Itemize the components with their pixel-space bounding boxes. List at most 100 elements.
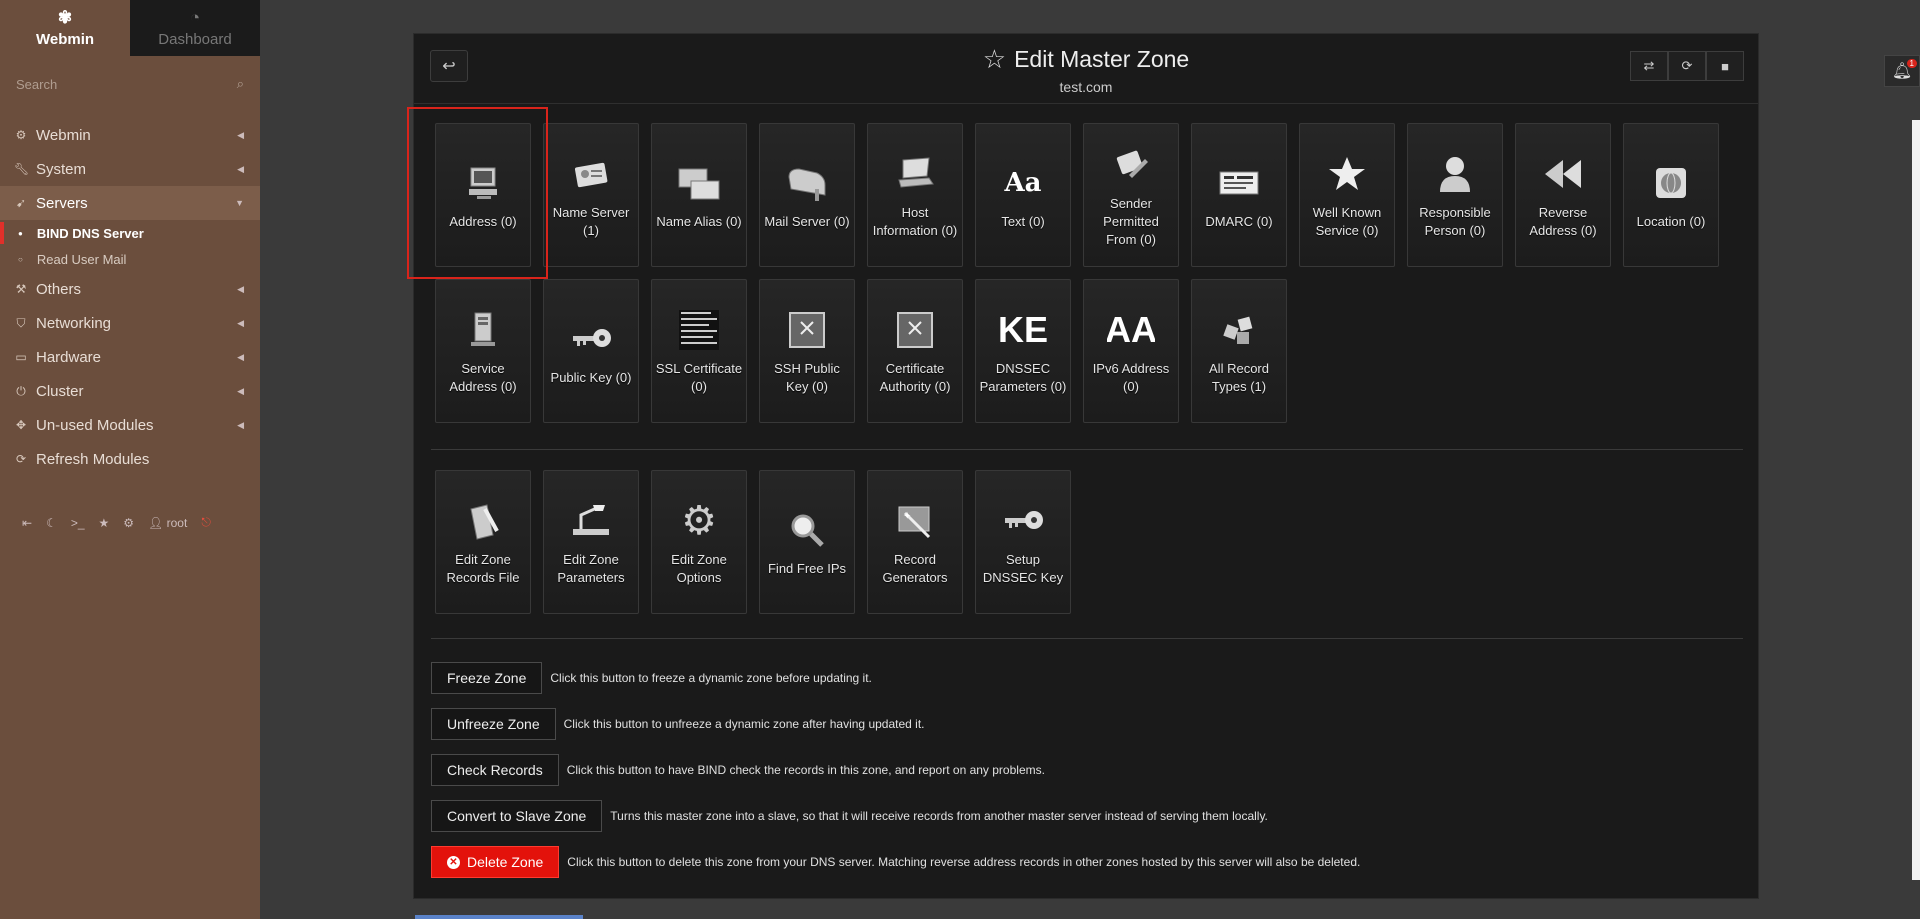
swap-button[interactable]: ⇄ xyxy=(1630,51,1668,81)
tile-service-address[interactable]: Service Address (0) xyxy=(435,279,531,423)
tile-edit-zone-records-file[interactable]: Edit Zone Records File xyxy=(435,470,531,614)
action-description: Click this button to unfreeze a dynamic … xyxy=(563,717,925,731)
sidebar-item-label: Webmin xyxy=(36,126,91,144)
tab-webmin[interactable]: ✾ Webmin xyxy=(0,0,130,56)
sidebar-item-others[interactable]: ⚒ Others ◀ xyxy=(0,272,260,306)
moon-icon[interactable]: ☾ xyxy=(46,516,57,530)
server-tower-icon xyxy=(459,306,507,354)
button-label: Check Records xyxy=(447,762,543,778)
power-icon: ⏻ xyxy=(16,383,26,398)
search-input[interactable]: Search ⌕ xyxy=(0,56,260,112)
delete-zone-button[interactable]: ✕ Delete Zone xyxy=(431,846,560,878)
button-label: Delete Zone xyxy=(467,854,544,870)
tile-edit-zone-options[interactable]: ⚙ Edit Zone Options xyxy=(651,470,747,614)
tile-dmarc[interactable]: DMARC (0) xyxy=(1191,123,1287,267)
tile-name-alias[interactable]: Name Alias (0) xyxy=(651,123,747,267)
tile-host-information[interactable]: Host Information (0) xyxy=(867,123,963,267)
tile-edit-zone-parameters[interactable]: Edit Zone Parameters xyxy=(543,470,639,614)
sidebar-subitem-bind-dns[interactable]: ● BIND DNS Server xyxy=(0,220,260,246)
square-button[interactable]: ■ xyxy=(1706,51,1744,81)
tile-ipv6-address[interactable]: AA IPv6 Address (0) xyxy=(1083,279,1179,423)
tile-ssl-certificate[interactable]: SSL Certificate (0) xyxy=(651,279,747,423)
tile-public-key[interactable]: Public Key (0) xyxy=(543,279,639,423)
notifications-button[interactable]: 🔔︎ 1 xyxy=(1884,55,1920,87)
tile-ssh-public-key[interactable]: SSH Public Key (0) xyxy=(759,279,855,423)
chevron-left-icon: ◀ xyxy=(237,317,244,328)
sidebar-item-system[interactable]: 🔧︎ System ◀ xyxy=(0,152,260,186)
tile-well-known-service[interactable]: Well Known Service (0) xyxy=(1299,123,1395,267)
sidebar-item-networking[interactable]: ⛉ Networking ◀ xyxy=(0,306,260,340)
gears-icon[interactable]: ⚙ xyxy=(123,516,134,530)
username: root xyxy=(166,515,188,530)
convert-to-slave-zone-button[interactable]: Convert to Slave Zone xyxy=(431,800,603,832)
sidebar-menu: ⚙ Webmin ◀ 🔧︎ System ◀ ➹ Servers ▼ ● BIND DNS S… xyxy=(0,118,260,476)
tile-text[interactable]: Aa Text (0) xyxy=(975,123,1071,267)
dnssec-icon-glyph: KE xyxy=(999,309,1047,350)
header-buttons: ⇄ ⟳ ■ xyxy=(1630,51,1744,81)
tile-mail-server[interactable]: Mail Server (0) xyxy=(759,123,855,267)
tile-label: Sender Permitted From (0) xyxy=(1103,196,1159,247)
action-description: Turns this master zone into a slave, so … xyxy=(610,809,1268,823)
star-outline-icon[interactable]: ☆ xyxy=(983,44,1006,75)
tools-icon: ⚒ xyxy=(15,282,27,296)
tile-label: Location (0) xyxy=(1636,214,1706,229)
tile-name-server[interactable]: Name Server (1) xyxy=(543,123,639,267)
tile-label: Text (0) xyxy=(1001,214,1045,229)
tile-responsible-person[interactable]: Responsible Person (0) xyxy=(1407,123,1503,267)
tile-label: Responsible Person (0) xyxy=(1419,205,1491,238)
ipv6-icon-glyph: AA xyxy=(1107,309,1155,350)
edit-file-icon xyxy=(459,497,507,545)
id-card-icon xyxy=(567,150,615,198)
chevron-left-icon: ◀ xyxy=(237,163,244,174)
tile-find-free-ips[interactable]: Find Free IPs xyxy=(759,470,855,614)
tile-certificate-authority[interactable]: Certificate Authority (0) xyxy=(867,279,963,423)
sidebar-item-label: Refresh Modules xyxy=(36,450,150,468)
tile-setup-dnssec-key[interactable]: Setup DNSSEC Key xyxy=(975,470,1071,614)
shield-icon: ⛉ xyxy=(16,315,26,330)
sidebar-item-label: Cluster xyxy=(36,382,84,400)
terminal-icon[interactable]: >_ xyxy=(71,516,85,530)
freeze-zone-button[interactable]: Freeze Zone xyxy=(431,662,543,694)
close-circle-icon: ✕ xyxy=(447,855,460,869)
reload-button[interactable]: ⟳ xyxy=(1668,51,1706,81)
sidebar-item-unused-modules[interactable]: ✥ Un-used Modules ◀ xyxy=(0,408,260,442)
star-icon xyxy=(1323,150,1371,198)
tile-label: Well Known Service (0) xyxy=(1312,205,1382,238)
user-menu[interactable]: 👤︎ root xyxy=(148,516,187,530)
sidebar-item-cluster[interactable]: ⏻ Cluster ◀ xyxy=(0,374,260,408)
tile-label: Host Information (0) xyxy=(872,205,958,238)
sidebar-item-label: Hardware xyxy=(36,348,102,366)
tile-reverse-address[interactable]: Reverse Address (0) xyxy=(1515,123,1611,267)
tile-record-generators[interactable]: ✦ Record Generators xyxy=(867,470,963,614)
collapse-icon[interactable]: ⇤ xyxy=(22,516,32,530)
scrollbar[interactable] xyxy=(1912,120,1920,880)
sidebar-item-hardware[interactable]: ▭ Hardware ◀ xyxy=(0,340,260,374)
tile-label: All Record Types (1) xyxy=(1209,361,1269,394)
sidebar-subitem-read-mail[interactable]: ○ Read User Mail xyxy=(0,246,260,272)
svg-text:✦: ✦ xyxy=(903,511,911,522)
tile-label: Service Address (0) xyxy=(449,361,517,394)
star-icon[interactable]: ★ xyxy=(99,516,110,530)
tile-all-record-types[interactable]: All Record Types (1) xyxy=(1191,279,1287,423)
action-description: Click this button to delete this zone fr… xyxy=(567,855,1361,869)
sidebar-item-webmin[interactable]: ⚙ Webmin ◀ xyxy=(0,118,260,152)
image-not-found-icon xyxy=(783,306,831,354)
windows-icon xyxy=(675,159,723,207)
cog-icon: ⚙ xyxy=(681,499,717,543)
sidebar-item-label: Servers xyxy=(36,194,88,212)
refresh-icon: ⟳ xyxy=(1681,58,1693,73)
logout-icon[interactable]: ⎋ xyxy=(201,515,211,530)
square-icon: ■ xyxy=(1721,58,1729,74)
unfreeze-zone-button[interactable]: Unfreeze Zone xyxy=(431,708,556,740)
sidebar-item-refresh-modules[interactable]: ⟳ Refresh Modules xyxy=(0,442,260,476)
text-icon-glyph: Aa xyxy=(1004,168,1042,198)
tile-location[interactable]: Location (0) xyxy=(1623,123,1719,267)
chevron-left-icon: ◀ xyxy=(237,283,244,294)
check-records-button[interactable]: Check Records xyxy=(431,754,559,786)
tile-sender-permitted-from[interactable]: Sender Permitted From (0) xyxy=(1083,123,1179,267)
tile-dnssec-parameters[interactable]: KE DNSSEC Parameters (0) xyxy=(975,279,1071,423)
sidebar-item-servers[interactable]: ➹ Servers ▼ xyxy=(0,186,260,220)
tab-dashboard[interactable]: ◔ Dashboard xyxy=(130,0,260,56)
puzzle-icon: ✥ xyxy=(15,418,27,432)
tile-label: Edit Zone Records File xyxy=(446,552,520,585)
